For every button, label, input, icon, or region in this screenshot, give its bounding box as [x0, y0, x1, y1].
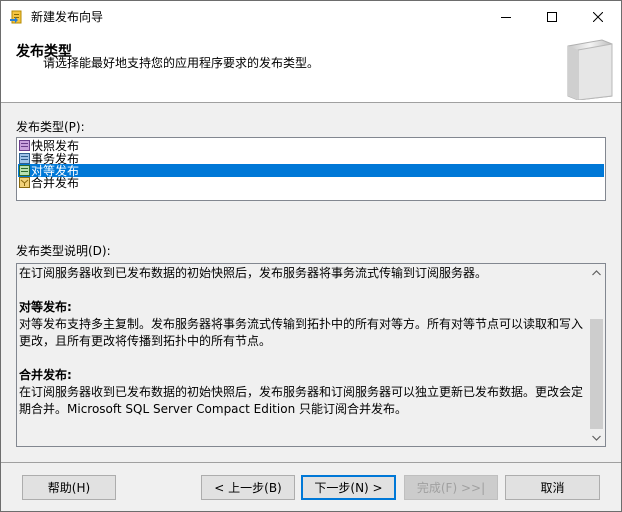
description-paragraph: 在订阅服务器收到已发布数据的初始快照后，发布服务器将事务流式传输到订阅服务器。 [19, 266, 488, 280]
next-button[interactable]: 下一步(N) > [301, 475, 396, 500]
publication-type-label: 发布类型(P): [16, 120, 85, 134]
footer-divider [1, 462, 621, 463]
app-icon [9, 9, 25, 25]
wizard-book-icon [564, 38, 616, 101]
finish-button[interactable]: 完成(F) >>| [404, 475, 498, 500]
close-icon [593, 11, 603, 22]
description-text: 在订阅服务器收到已发布数据的初始快照后，发布服务器将事务流式传输到订阅服务器。 … [19, 265, 589, 418]
minimize-icon [501, 16, 511, 18]
scroll-up-button[interactable] [588, 264, 605, 281]
wizard-window: 新建发布向导 发布类型 请选择能最好地支持您的应用程序要求的发布类型。 发布类型… [0, 0, 622, 512]
description-paragraph: 对等发布支持多主复制。发布服务器将事务流式传输到拓扑中的所有对等方。所有对等节点… [19, 317, 584, 348]
minimize-button[interactable] [483, 1, 529, 32]
help-button[interactable]: 帮助(H) [22, 475, 116, 500]
back-button[interactable]: < 上一步(B) [201, 475, 295, 500]
maximize-button[interactable] [529, 1, 575, 32]
list-item-label: 事务发布 [31, 151, 80, 166]
description-paragraph: 在订阅服务器收到已发布数据的初始快照后，发布服务器和订阅服务器可以独立更新已发布… [19, 385, 584, 416]
list-item-label: 对等发布 [31, 163, 80, 178]
close-button[interactable] [575, 1, 621, 32]
scroll-down-button[interactable] [588, 429, 605, 446]
publication-type-description[interactable]: 在订阅服务器收到已发布数据的初始快照后，发布服务器将事务流式传输到订阅服务器。 … [16, 263, 606, 447]
snapshot-publication-icon [19, 140, 30, 151]
description-label: 发布类型说明(D): [16, 244, 111, 258]
chevron-up-icon [592, 269, 601, 275]
page-description: 请选择能最好地支持您的应用程序要求的发布类型。 [43, 56, 320, 70]
wizard-header: 发布类型 请选择能最好地支持您的应用程序要求的发布类型。 [1, 32, 621, 103]
description-heading: 对等发布: [19, 300, 72, 314]
peer-to-peer-publication-icon [19, 165, 30, 176]
list-item-label: 快照发布 [31, 138, 80, 153]
publication-type-list[interactable]: 快照发布 事务发布 对等发布 合并发布 [16, 137, 606, 201]
list-item-merge[interactable]: 合并发布 [18, 176, 604, 189]
chevron-down-icon [592, 435, 601, 441]
transactional-publication-icon [19, 153, 30, 164]
list-item-snapshot[interactable]: 快照发布 [18, 139, 604, 152]
vertical-scrollbar[interactable] [588, 264, 605, 446]
title-bar: 新建发布向导 [1, 1, 621, 32]
cancel-button[interactable]: 取消 [505, 475, 600, 500]
list-item-label: 合并发布 [31, 175, 80, 190]
window-title: 新建发布向导 [31, 10, 104, 24]
merge-publication-icon [19, 177, 30, 188]
maximize-icon [547, 11, 557, 22]
scroll-thumb[interactable] [590, 319, 603, 429]
description-heading: 合并发布: [19, 368, 72, 382]
